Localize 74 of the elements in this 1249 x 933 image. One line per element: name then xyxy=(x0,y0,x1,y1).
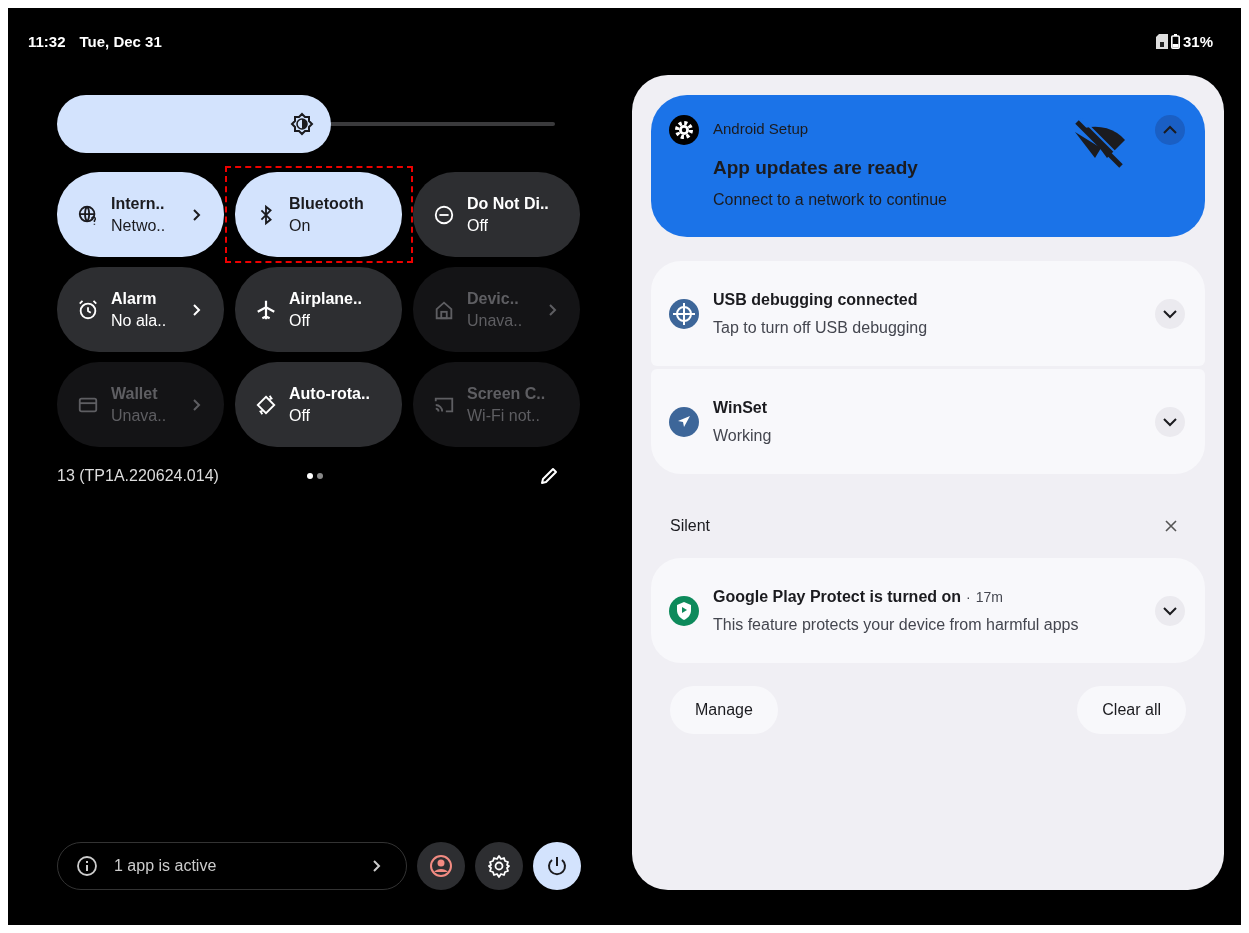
section-header: Silent xyxy=(670,517,711,535)
tile-title: Airplane.. xyxy=(289,289,363,308)
do-not-disturb-icon xyxy=(433,203,455,226)
chevron-down-icon xyxy=(1162,605,1178,616)
notification-text: Working xyxy=(713,426,773,445)
notification-card[interactable]: Google Play Protect is turned on · 17m This feature protects your device from harmful apps xyxy=(651,558,1205,663)
chevron-right-icon xyxy=(372,859,382,873)
quick-tile[interactable]: Bluetooth On xyxy=(235,172,402,257)
notification-time: 17m xyxy=(975,588,1003,605)
notification-title: App updates are ready xyxy=(713,157,919,179)
tile-title: Devic.. xyxy=(467,289,520,308)
tile-status: Unava.. xyxy=(467,311,524,330)
tile-title: Intern.. xyxy=(111,194,166,213)
brightness-icon xyxy=(289,112,314,136)
notification-card[interactable]: USB debugging connected Tap to turn off USB debugging xyxy=(651,261,1205,366)
alarm-clock-icon xyxy=(77,298,99,321)
quick-tile[interactable]: Airplane.. Off xyxy=(235,267,402,352)
notification-text: This feature protects your device from harmful apps xyxy=(713,615,1080,634)
battery-icon xyxy=(1170,34,1180,49)
rotate-icon xyxy=(255,393,277,416)
notification-title: USB debugging connected xyxy=(713,290,919,309)
sim-card-icon xyxy=(1155,34,1168,49)
app-name: Android Setup xyxy=(713,120,810,137)
tile-status: Unava.. xyxy=(111,406,168,425)
notification-card[interactable]: WinSet Working xyxy=(651,369,1205,474)
date: Tue, Dec 31 xyxy=(79,33,163,50)
tile-title: Auto-rota.. xyxy=(289,384,371,403)
brightness-slider[interactable] xyxy=(57,95,555,153)
quick-tile[interactable]: Auto-rota.. Off xyxy=(235,362,402,447)
notification-text: Connect to a network to continue xyxy=(713,191,948,209)
tile-title: Screen C.. xyxy=(467,384,547,403)
user-button[interactable] xyxy=(417,842,465,890)
user-icon xyxy=(429,854,453,878)
expand-button[interactable] xyxy=(1155,406,1185,437)
separator-dot: · xyxy=(966,588,971,605)
quick-tile[interactable]: Intern.. Netwo.. xyxy=(57,172,224,257)
close-icon[interactable] xyxy=(1164,519,1178,533)
tile-status: Off xyxy=(467,216,490,235)
tile-status: Wi-Fi not.. xyxy=(467,406,541,425)
globe-icon xyxy=(77,203,99,226)
power-button[interactable] xyxy=(533,842,581,890)
chevron-down-icon xyxy=(1162,416,1178,427)
tile-title: Do Not Di.. xyxy=(467,194,550,213)
clear-all-button[interactable]: Clear all xyxy=(1077,686,1186,734)
quick-tile[interactable]: Alarm No ala.. xyxy=(57,267,224,352)
manage-button[interactable]: Manage xyxy=(670,686,778,734)
expand-button[interactable] xyxy=(1155,595,1185,626)
alert-notification[interactable]: Android Setup App updates are ready Connect to a network to continue xyxy=(651,95,1205,237)
quick-tile[interactable]: Do Not Di.. Off xyxy=(413,172,580,257)
settings-icon xyxy=(487,854,511,878)
edit-icon[interactable] xyxy=(539,466,559,486)
notification-title: WinSet xyxy=(713,398,769,417)
chevron-down-icon xyxy=(1162,308,1178,319)
notification-title: Google Play Protect is turned on xyxy=(713,587,962,606)
tile-status: Off xyxy=(289,311,312,330)
expand-button[interactable] xyxy=(1155,298,1185,329)
power-icon xyxy=(545,854,569,878)
shield-icon xyxy=(669,595,699,626)
tile-status: On xyxy=(289,216,312,235)
tile-title: Alarm xyxy=(111,289,158,308)
tile-status: Netwo.. xyxy=(111,216,167,235)
tile-title: Wallet xyxy=(111,384,159,403)
tile-title: Bluetooth xyxy=(289,194,365,213)
settings-icon xyxy=(669,115,699,145)
settings-button[interactable] xyxy=(475,842,523,890)
battery-percentage: 31% xyxy=(1182,33,1213,50)
airplane-icon xyxy=(255,298,277,321)
tile-status: Off xyxy=(289,406,312,425)
notification-text: Tap to turn off USB debugging xyxy=(713,318,929,337)
info-icon xyxy=(76,855,98,877)
chevron-up-icon xyxy=(1162,125,1178,135)
build-number: 13 (TP1A.220624.014) xyxy=(57,467,220,485)
clock: 11:32 xyxy=(28,33,66,50)
tile-status: No ala.. xyxy=(111,311,168,330)
